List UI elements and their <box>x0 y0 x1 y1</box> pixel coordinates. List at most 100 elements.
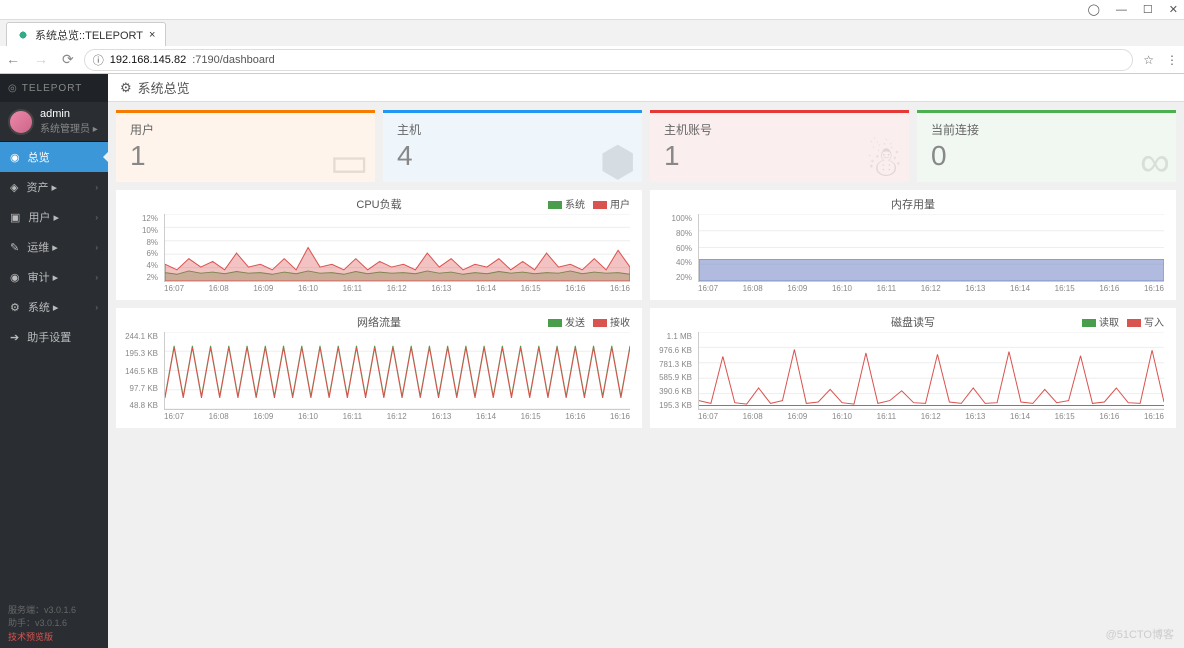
url-host: 192.168.145.82 <box>110 54 186 66</box>
plot-area <box>698 214 1164 282</box>
chart-network: 网络流量发送接收 244.1 KB195.3 KB146.5 KB97.7 KB4… <box>116 308 642 428</box>
y-axis: 12%10%8%6%4%2% <box>124 214 162 282</box>
user-name: admin <box>40 108 98 120</box>
menu-icon: ◉ <box>10 271 20 284</box>
nav-forward-icon: → <box>34 51 48 68</box>
menu-label: 运维 ▸ <box>27 239 58 255</box>
browser-tab[interactable]: 系统总览::TELEPORT × <box>6 22 166 46</box>
x-axis: 16:0716:0816:0916:1016:1116:1216:1316:14… <box>164 412 630 422</box>
stat-card-red: 主机账号 1☃ <box>650 110 909 182</box>
nav-menu: ◉ 总览 ◈ 资产 ▸ › ▣ 用户 ▸ › ✎ 运维 ▸ › ◉ 审计 ▸ › ⚙ 系统 ▸ › ➔ 助手设置 <box>0 142 108 352</box>
card-bg-icon: ⬢ <box>599 137 636 182</box>
sidebar-item-6[interactable]: ➔ 助手设置 <box>0 322 108 352</box>
user-box[interactable]: admin 系统管理员 ▸ <box>0 102 108 142</box>
chevron-right-icon: › <box>95 183 98 192</box>
chart-memory: 内存用量100%80%60%40%20%16:0716:0816:0916:10… <box>650 190 1176 300</box>
site-info-icon[interactable]: ⓘ <box>93 52 104 68</box>
card-value: 1 <box>664 140 895 172</box>
menu-label: 资产 ▸ <box>26 179 57 195</box>
chart-title: 内存用量 <box>658 196 1168 212</box>
chevron-right-icon: › <box>95 243 98 252</box>
avatar <box>8 109 34 135</box>
menu-label: 助手设置 <box>27 329 71 345</box>
sidebar-item-0[interactable]: ◉ 总览 <box>0 142 108 172</box>
sidebar-item-3[interactable]: ✎ 运维 ▸ › <box>0 232 108 262</box>
chevron-right-icon: › <box>95 273 98 282</box>
chart-title: 网络流量发送接收 <box>124 314 634 330</box>
legend-item: 用户 <box>593 196 630 211</box>
card-value: 1 <box>130 140 361 172</box>
menu-icon: ✎ <box>10 241 19 254</box>
sidebar-item-5[interactable]: ⚙ 系统 ▸ › <box>0 292 108 322</box>
menu-label: 用户 ▸ <box>28 209 59 225</box>
nav-back-icon[interactable]: ← <box>6 51 20 68</box>
card-bg-icon: ▭ <box>329 137 369 182</box>
menu-icon: ◉ <box>10 151 20 164</box>
user-account-icon[interactable]: ◯ <box>1088 3 1100 16</box>
legend-item: 系统 <box>548 196 585 211</box>
page-title: 系统总览 <box>138 78 190 97</box>
menu-icon: ▣ <box>10 211 20 224</box>
legend-item: 写入 <box>1127 314 1164 329</box>
sidebar-item-2[interactable]: ▣ 用户 ▸ › <box>0 202 108 232</box>
y-axis: 1.1 MB976.6 KB781.3 KB585.9 KB390.6 KB19… <box>658 332 696 410</box>
menu-icon: ➔ <box>10 331 19 344</box>
menu-label: 审计 ▸ <box>28 269 59 285</box>
chart-legend: 发送接收 <box>548 314 630 329</box>
card-bg-icon: ∞ <box>1140 138 1170 182</box>
card-label: 用户 <box>130 121 361 138</box>
chart-disk: 磁盘读写读取写入 1.1 MB976.6 KB781.3 KB585.9 KB39… <box>650 308 1176 428</box>
menu-icon: ◈ <box>10 181 18 194</box>
menu-icon: ⚙ <box>10 301 20 314</box>
window-close[interactable]: ✕ <box>1169 3 1178 16</box>
x-axis: 16:0716:0816:0916:1016:1116:1216:1316:14… <box>698 412 1164 422</box>
stat-card-blue: 主机 4⬢ <box>383 110 642 182</box>
legend-item: 读取 <box>1082 314 1119 329</box>
browser-tabbar: 系统总览::TELEPORT × <box>0 20 1184 46</box>
url-input[interactable]: ⓘ 192.168.145.82 :7190/dashboard <box>84 49 1134 71</box>
chevron-right-icon: › <box>95 213 98 222</box>
window-titlebar: ◯ — ☐ ✕ <box>0 0 1184 20</box>
browser-addressbar: ← → ⟳ ⓘ 192.168.145.82:7190/dashboard ☆ … <box>0 46 1184 74</box>
x-axis: 16:0716:0816:0916:1016:1116:1216:1316:14… <box>164 284 630 294</box>
stat-card-orange: 用户 1▭ <box>116 110 375 182</box>
url-path: :7190/dashboard <box>192 54 275 66</box>
chart-legend: 系统用户 <box>548 196 630 211</box>
user-role: 系统管理员 ▸ <box>40 120 98 135</box>
watermark: @51CTO博客 <box>1106 626 1174 642</box>
card-value: 4 <box>397 140 628 172</box>
chevron-right-icon: › <box>95 303 98 312</box>
legend-item: 发送 <box>548 314 585 329</box>
sidebar-item-4[interactable]: ◉ 审计 ▸ › <box>0 262 108 292</box>
card-label: 主机账号 <box>664 121 895 138</box>
plot-area <box>164 214 630 282</box>
chart-cpu: CPU负载系统用户 12%10%8%6%4%2%16:0716:0816:0916… <box>116 190 642 300</box>
nav-reload-icon[interactable]: ⟳ <box>62 51 74 68</box>
dashboard-icon: ⚙ <box>120 80 132 96</box>
card-label: 主机 <box>397 121 628 138</box>
card-bg-icon: ☃ <box>865 137 903 182</box>
card-value: 0 <box>931 140 1162 172</box>
chart-title: 磁盘读写读取写入 <box>658 314 1168 330</box>
tab-title: 系统总览::TELEPORT <box>35 27 143 43</box>
window-maximize[interactable]: ☐ <box>1143 3 1153 16</box>
browser-menu-icon[interactable]: ⋮ <box>1166 53 1178 67</box>
stat-cards: 用户1▭主机4⬢主机账号1☃当前连接0∞ <box>116 110 1176 182</box>
card-label: 当前连接 <box>931 121 1162 138</box>
legend-item: 接收 <box>593 314 630 329</box>
sidebar-item-1[interactable]: ◈ 资产 ▸ › <box>0 172 108 202</box>
plot-area <box>698 332 1164 410</box>
y-axis: 244.1 KB195.3 KB146.5 KB97.7 KB48.8 KB <box>124 332 162 410</box>
window-minimize[interactable]: — <box>1116 4 1127 16</box>
tab-close-icon[interactable]: × <box>149 29 155 41</box>
chart-title: CPU负载系统用户 <box>124 196 634 212</box>
menu-label: 系统 ▸ <box>28 299 59 315</box>
favicon-icon <box>17 29 29 41</box>
sidebar: TELEPORT admin 系统管理员 ▸ ◉ 总览 ◈ 资产 ▸ › ▣ 用户 ▸ › ✎ 运… <box>0 74 108 648</box>
chart-legend: 读取写入 <box>1082 314 1164 329</box>
app-logo: TELEPORT <box>0 74 108 102</box>
stat-card-green: 当前连接 0∞ <box>917 110 1176 182</box>
bookmark-star-icon[interactable]: ☆ <box>1143 53 1154 67</box>
page-header: ⚙ 系统总览 <box>108 74 1184 102</box>
menu-label: 总览 <box>28 149 50 165</box>
